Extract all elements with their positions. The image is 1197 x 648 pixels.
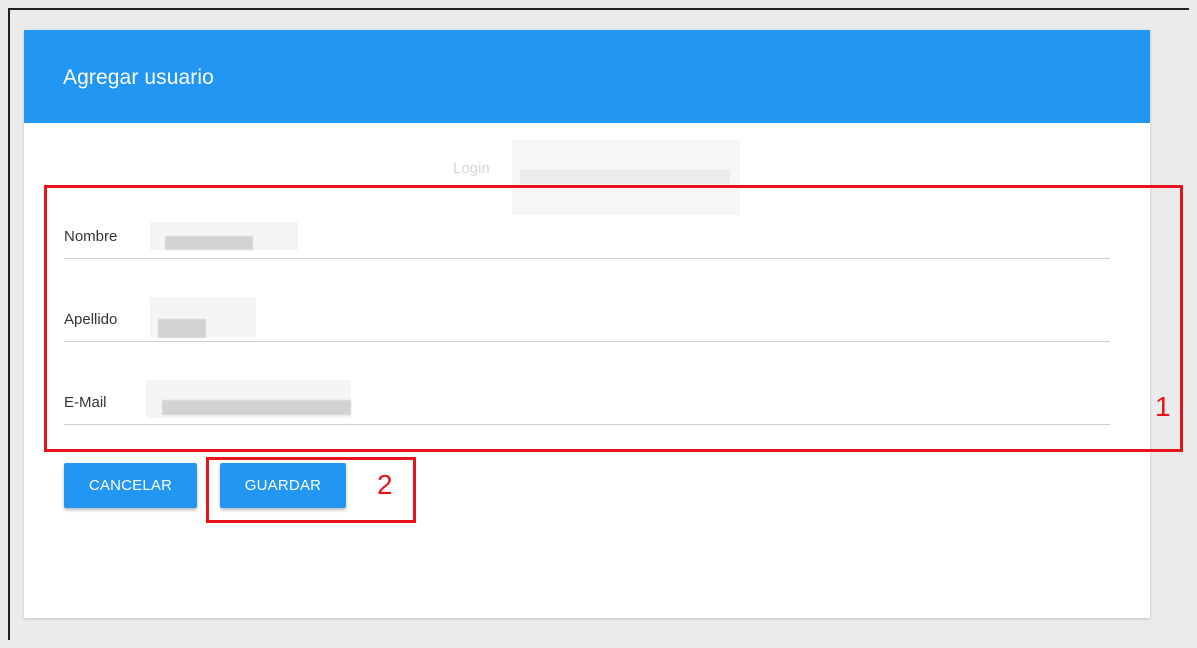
dialog-title: Agregar usuario bbox=[63, 66, 214, 89]
save-marker-number: 2 bbox=[377, 469, 393, 500]
fields-marker-number: 1 bbox=[1155, 391, 1171, 422]
dialog-header: Agregar usuario bbox=[24, 30, 1150, 123]
login-input-value bbox=[520, 170, 730, 184]
fields-highlight-box bbox=[44, 185, 1183, 452]
login-label: Login bbox=[453, 160, 490, 177]
cancel-button[interactable]: CANCELAR bbox=[64, 463, 197, 508]
